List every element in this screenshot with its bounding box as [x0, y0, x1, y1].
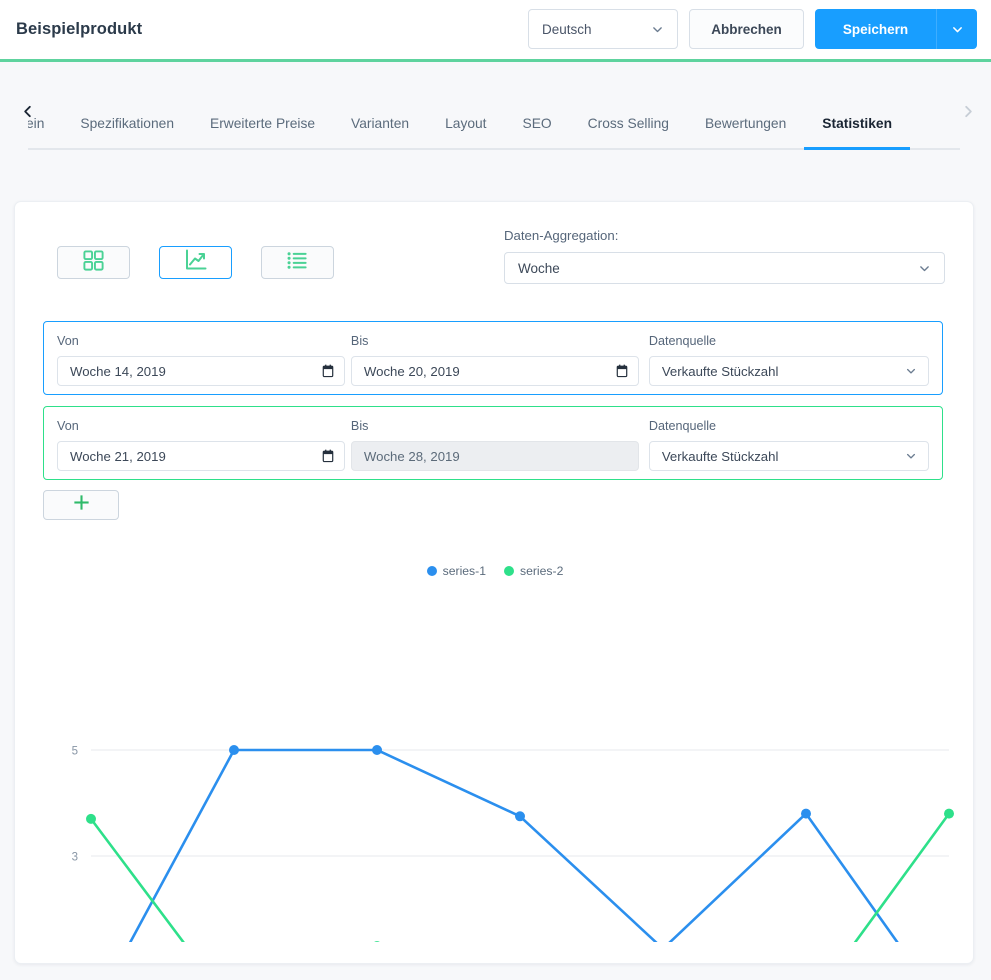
chart-point — [374, 941, 380, 942]
chart-point — [801, 808, 811, 819]
tab-layout[interactable]: Layout — [427, 116, 504, 150]
app-header: Beispielprodukt Deutsch Abbrechen Speich… — [0, 0, 991, 62]
chevron-down-icon — [951, 23, 964, 36]
range-2-von-input[interactable]: Woche 21, 2019 — [57, 441, 345, 471]
save-button-group: Speichern — [815, 9, 977, 49]
legend-item-series-2[interactable]: series-2 — [504, 564, 563, 578]
chart-legend: series-1 series-2 — [15, 564, 973, 578]
range-2-bis-label: Bis — [350, 419, 369, 433]
language-select-value: Deutsch — [542, 21, 592, 37]
chart-line-series-1 — [128, 748, 899, 942]
plus-icon — [72, 493, 91, 517]
chart-point — [86, 813, 96, 824]
calendar-icon[interactable] — [322, 449, 334, 463]
grid-icon — [82, 249, 105, 277]
legend-label: series-1 — [442, 564, 486, 578]
calendar-icon[interactable] — [616, 364, 628, 378]
range-2-von-group: Von Woche 21, 2019 — [57, 419, 345, 471]
legend-color-swatch — [426, 566, 437, 576]
y-axis-tick-label: 5 — [72, 746, 78, 758]
chart-view-button[interactable] — [159, 246, 232, 279]
range-1-source-select[interactable]: Verkaufte Stückzahl — [648, 356, 929, 386]
range-1-bis-group: Bis Woche 20, 2019 — [350, 334, 639, 386]
chevron-down-icon — [905, 365, 917, 377]
chart-point — [372, 745, 382, 755]
cancel-button[interactable]: Abbrechen — [689, 9, 804, 49]
grid-view-button[interactable] — [57, 246, 130, 279]
list-view-button[interactable] — [261, 246, 334, 279]
list-icon — [286, 249, 309, 277]
tab-scroll-right-button[interactable] — [955, 104, 981, 124]
tab-bar: ein Spezifikationen Erweiterte Preise Va… — [0, 62, 991, 150]
statistics-chart: 531016 Apr24 AprMai '1908 Mai16 Mai — [15, 532, 973, 942]
tab-list: ein Spezifikationen Erweiterte Preise Va… — [28, 116, 960, 150]
range-2-source-value: Verkaufte Stückzahl — [661, 448, 779, 464]
tab-active-indicator — [804, 147, 911, 150]
legend-label: series-2 — [520, 564, 564, 578]
save-button[interactable]: Speichern — [815, 9, 936, 49]
save-dropdown-button[interactable] — [936, 9, 977, 49]
chart-point — [229, 745, 239, 755]
range-2-bis-value: Woche 28, 2019 — [363, 448, 460, 464]
chevron-down-icon — [918, 262, 931, 275]
range-2-bis-group: Bis Woche 28, 2019 — [350, 419, 639, 471]
range-2-source-label: Datenquelle — [648, 419, 717, 433]
chevron-down-icon — [651, 23, 664, 36]
range-1-von-value: Woche 14, 2019 — [70, 363, 166, 379]
tab-statistiken[interactable]: Statistiken — [804, 116, 910, 150]
aggregation-control: Daten-Aggregation: Woche — [504, 228, 945, 284]
date-range-row-1: Von Woche 14, 2019 Bis Woche 20, 2019 Da… — [43, 321, 943, 395]
statistics-card: Daten-Aggregation: Woche Von Woche 14, 2… — [14, 201, 974, 964]
range-1-source-value: Verkaufte Stückzahl — [661, 363, 779, 379]
aggregation-select[interactable]: Woche — [504, 252, 945, 284]
range-1-von-input[interactable]: Woche 14, 2019 — [57, 356, 345, 386]
legend-color-swatch — [504, 566, 514, 576]
legend-item-series-1[interactable]: series-1 — [426, 564, 486, 578]
range-1-bis-input[interactable]: Woche 20, 2019 — [350, 356, 639, 386]
range-1-von-label: Von — [57, 334, 79, 348]
tab-varianten[interactable]: Varianten — [333, 116, 427, 150]
tab-erweiterte-preise[interactable]: Erweiterte Preise — [192, 116, 333, 150]
range-1-source-group: Datenquelle Verkaufte Stückzahl — [648, 334, 929, 386]
page-title: Beispielprodukt — [16, 20, 143, 38]
view-toggle-group — [57, 246, 334, 279]
aggregation-label: Daten-Aggregation: — [504, 228, 619, 243]
date-range-row-2: Von Woche 21, 2019 Bis Woche 28, 2019 Da… — [43, 406, 943, 480]
range-1-von-group: Von Woche 14, 2019 — [57, 334, 345, 386]
range-2-source-group: Datenquelle Verkaufte Stückzahl — [648, 419, 929, 471]
language-select[interactable]: Deutsch — [528, 9, 678, 49]
header-actions: Deutsch Abbrechen Speichern — [528, 9, 977, 49]
range-1-bis-value: Woche 20, 2019 — [363, 363, 460, 379]
chevron-right-icon — [961, 104, 976, 124]
range-2-von-label: Von — [57, 419, 79, 433]
tab-bewertungen[interactable]: Bewertungen — [687, 116, 804, 150]
chart-point — [944, 808, 954, 819]
range-2-von-value: Woche 21, 2019 — [70, 448, 166, 464]
range-2-source-select[interactable]: Verkaufte Stückzahl — [648, 441, 929, 471]
calendar-icon[interactable] — [322, 364, 334, 378]
range-1-bis-label: Bis — [350, 334, 369, 348]
tab-cross-selling[interactable]: Cross Selling — [570, 116, 687, 150]
chart-point — [515, 811, 525, 822]
range-1-source-label: Datenquelle — [648, 334, 717, 348]
y-axis-tick-label: 3 — [72, 852, 78, 864]
add-range-button[interactable] — [43, 490, 119, 520]
aggregation-select-value: Woche — [518, 260, 560, 276]
line-chart-icon — [184, 248, 208, 277]
chevron-down-icon — [905, 450, 917, 462]
line-chart-canvas: 531016 Apr24 AprMai '1908 Mai16 Mai — [72, 745, 954, 942]
tab-seo[interactable]: SEO — [505, 116, 570, 150]
tab-allgemein[interactable]: ein — [28, 116, 62, 150]
range-2-bis-input: Woche 28, 2019 — [350, 441, 639, 471]
tab-spezifikationen[interactable]: Spezifikationen — [62, 116, 192, 150]
